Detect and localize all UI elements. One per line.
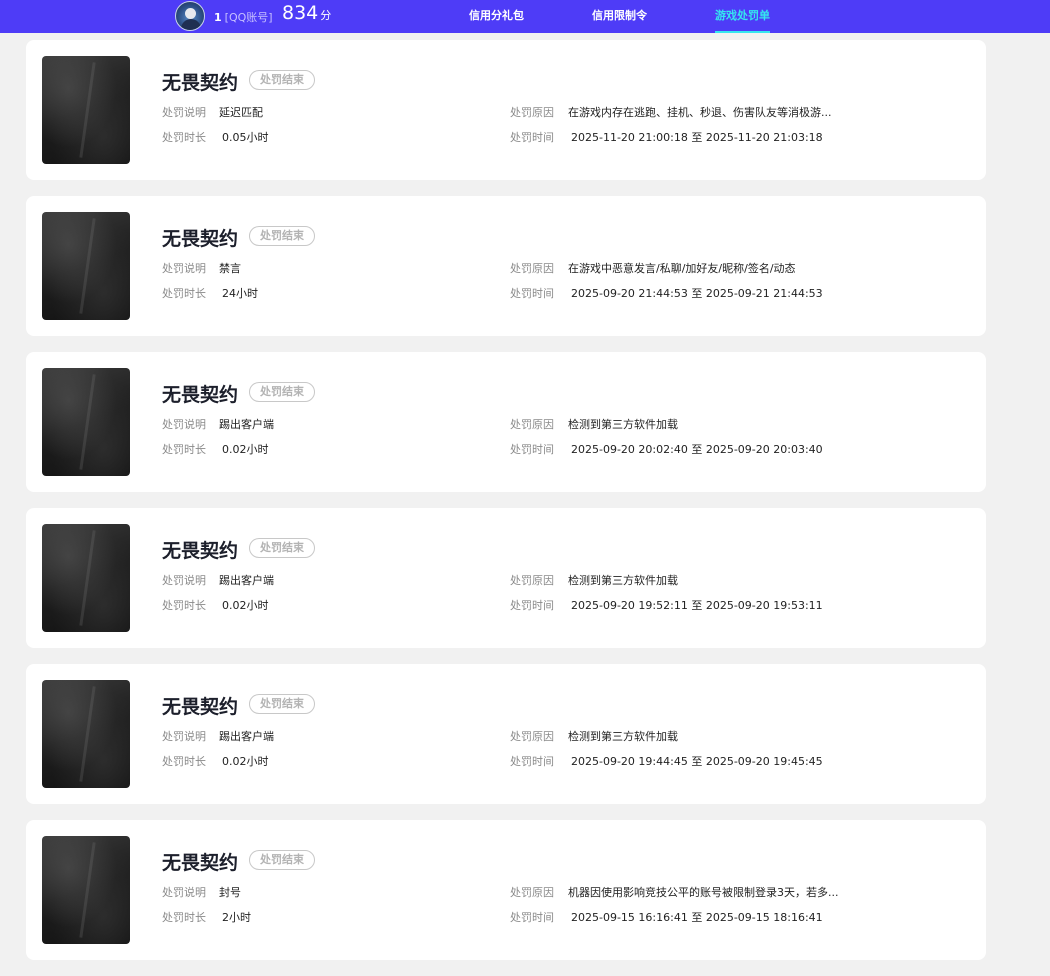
game-title: 无畏契约 bbox=[162, 384, 239, 406]
time-label: 处罚时间 bbox=[510, 599, 554, 612]
time-label: 处罚时间 bbox=[510, 443, 554, 456]
description-label: 处罚说明 bbox=[162, 106, 206, 119]
duration-value: 0.05小时 bbox=[222, 131, 269, 144]
user-number: 1 bbox=[214, 11, 222, 24]
reason-label: 处罚原因 bbox=[510, 730, 554, 743]
time-label: 处罚时间 bbox=[510, 287, 554, 300]
tab-game-penalty[interactable]: 游戏处罚单 bbox=[715, 0, 770, 33]
game-title: 无畏契约 bbox=[162, 540, 239, 562]
time-value: 2025-09-20 19:44:45 至 2025-09-20 19:45:4… bbox=[571, 755, 823, 768]
penalty-card[interactable]: 无畏契约 处罚结束处罚说明 封号 处罚时长 2小时 处罚原因 机器因使用影响竞技公平的账号被… bbox=[26, 820, 986, 960]
description-label: 处罚说明 bbox=[162, 418, 206, 431]
reason-label: 处罚原因 bbox=[510, 418, 554, 431]
description-label: 处罚说明 bbox=[162, 886, 206, 899]
duration-label: 处罚时长 bbox=[162, 755, 206, 768]
game-title: 无畏契约 bbox=[162, 72, 239, 94]
reason-value: 在游戏内存在逃跑、挂机、秒退、伤害队友等消极游... bbox=[568, 106, 832, 119]
time-value: 2025-09-20 19:52:11 至 2025-09-20 19:53:1… bbox=[571, 599, 823, 612]
time-label: 处罚时间 bbox=[510, 131, 554, 144]
game-cover-image bbox=[42, 368, 130, 476]
description-label: 处罚说明 bbox=[162, 262, 206, 275]
credit-score-unit: 分 bbox=[320, 9, 332, 22]
duration-value: 24小时 bbox=[222, 287, 258, 300]
game-cover-image bbox=[42, 56, 130, 164]
user-id: 1 [QQ账号] bbox=[214, 9, 273, 25]
reason-label: 处罚原因 bbox=[510, 106, 554, 119]
time-value: 2025-11-20 21:00:18 至 2025-11-20 21:03:1… bbox=[571, 131, 823, 144]
description-label: 处罚说明 bbox=[162, 730, 206, 743]
description-value: 禁言 bbox=[219, 262, 241, 275]
reason-value: 机器因使用影响竞技公平的账号被限制登录3天，若多... bbox=[568, 886, 839, 899]
duration-label: 处罚时长 bbox=[162, 287, 206, 300]
status-badge: 处罚结束 bbox=[249, 70, 315, 90]
user-avatar[interactable] bbox=[175, 1, 205, 31]
reason-value: 在游戏中恶意发言/私聊/加好友/昵称/签名/动态 bbox=[568, 262, 796, 275]
credit-score: 834 分 bbox=[282, 2, 331, 24]
tab-credit-gift[interactable]: 信用分礼包 bbox=[469, 0, 524, 33]
time-value: 2025-09-20 20:02:40 至 2025-09-20 20:03:4… bbox=[571, 443, 823, 456]
game-cover-image bbox=[42, 680, 130, 788]
time-label: 处罚时间 bbox=[510, 755, 554, 768]
penalty-list: 无畏契约 处罚结束 处罚说明 延迟匹配 处罚时长 0.05小时 处罚原因 在游戏内存在逃跑、挂… bbox=[26, 40, 986, 976]
time-value: 2025-09-15 16:16:41 至 2025-09-15 18:16:4… bbox=[571, 911, 823, 924]
game-title: 无畏契约 bbox=[162, 228, 239, 250]
description-value: 踢出客户端 bbox=[219, 574, 274, 587]
duration-value: 0.02小时 bbox=[222, 443, 269, 456]
description-value: 踢出客户端 bbox=[219, 418, 274, 431]
time-label: 处罚时间 bbox=[510, 911, 554, 924]
reason-label: 处罚原因 bbox=[510, 574, 554, 587]
duration-value: 0.02小时 bbox=[222, 755, 269, 768]
description-value: 封号 bbox=[219, 886, 241, 899]
status-badge: 处罚结束 bbox=[249, 538, 315, 558]
game-title: 无畏契约 bbox=[162, 852, 239, 874]
reason-value: 检测到第三方软件加载 bbox=[568, 574, 678, 587]
duration-label: 处罚时长 bbox=[162, 131, 206, 144]
duration-label: 处罚时长 bbox=[162, 911, 206, 924]
penalty-card[interactable]: 无畏契约 处罚结束处罚说明 禁言 处罚时长 24小时 处罚原因 在游戏中恶意发言/私聊/加好… bbox=[26, 196, 986, 336]
reason-value: 检测到第三方软件加载 bbox=[568, 730, 678, 743]
penalty-card[interactable]: 无畏契约 处罚结束处罚说明 踢出客户端 处罚时长 0.02小时 处罚原因 检测到第三方软件加… bbox=[26, 664, 986, 804]
credit-score-value: 834 bbox=[282, 2, 319, 24]
game-cover-image bbox=[42, 524, 130, 632]
status-badge: 处罚结束 bbox=[249, 382, 315, 402]
duration-value: 0.02小时 bbox=[222, 599, 269, 612]
duration-label: 处罚时长 bbox=[162, 599, 206, 612]
duration-value: 2小时 bbox=[222, 911, 251, 924]
status-badge: 处罚结束 bbox=[249, 226, 315, 246]
description-label: 处罚说明 bbox=[162, 574, 206, 587]
account-type-label: [QQ账号] bbox=[224, 11, 273, 24]
status-badge: 处罚结束 bbox=[249, 694, 315, 714]
time-value: 2025-09-20 21:44:53 至 2025-09-21 21:44:5… bbox=[571, 287, 823, 300]
game-cover-image bbox=[42, 836, 130, 944]
penalty-card[interactable]: 无畏契约 处罚结束处罚说明 延迟匹配 处罚时长 0.05小时 处罚原因 在游戏内存在逃跑、挂… bbox=[26, 40, 986, 180]
top-bar: 1 [QQ账号] 834 分 信用分礼包 信用限制令 游戏处罚单 bbox=[0, 0, 1050, 33]
description-value: 延迟匹配 bbox=[219, 106, 263, 119]
duration-label: 处罚时长 bbox=[162, 443, 206, 456]
game-cover-image bbox=[42, 212, 130, 320]
reason-label: 处罚原因 bbox=[510, 886, 554, 899]
status-badge: 处罚结束 bbox=[249, 850, 315, 870]
game-title: 无畏契约 bbox=[162, 696, 239, 718]
reason-label: 处罚原因 bbox=[510, 262, 554, 275]
description-value: 踢出客户端 bbox=[219, 730, 274, 743]
penalty-card[interactable]: 无畏契约 处罚结束处罚说明 踢出客户端 处罚时长 0.02小时 处罚原因 检测到第三方软件加… bbox=[26, 508, 986, 648]
penalty-card[interactable]: 无畏契约 处罚结束处罚说明 踢出客户端 处罚时长 0.02小时 处罚原因 检测到第三方软件加… bbox=[26, 352, 986, 492]
tab-credit-restriction[interactable]: 信用限制令 bbox=[592, 0, 647, 33]
reason-value: 检测到第三方软件加载 bbox=[568, 418, 678, 431]
